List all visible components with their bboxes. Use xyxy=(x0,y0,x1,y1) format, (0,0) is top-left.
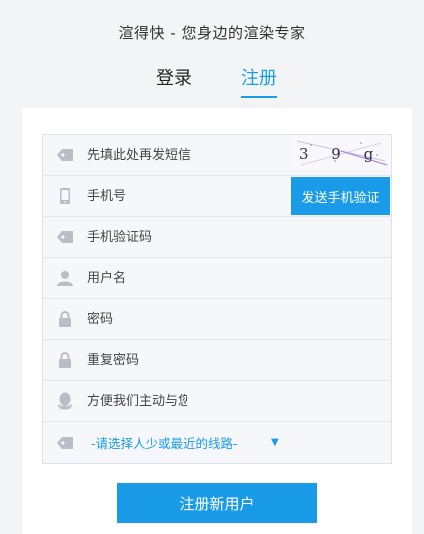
user-icon xyxy=(43,258,87,298)
sms-code-row xyxy=(43,217,391,258)
tag-icon xyxy=(43,217,87,257)
phone-row: 发送手机验证 xyxy=(43,176,391,217)
sms-code-input[interactable] xyxy=(87,217,267,257)
username-row xyxy=(43,258,391,299)
auth-tabs: 登录 注册 xyxy=(0,64,424,98)
route-row: -请选择人少或最近的线路- ▼ xyxy=(43,422,391,463)
captcha-text: 3 9 g xyxy=(299,145,382,163)
register-card: 3 9 g 发送手机验证 xyxy=(22,108,412,534)
route-select-value: -请选择人少或最近的线路- xyxy=(91,436,238,451)
page-subtitle: 渲得快 - 您身边的渲染专家 xyxy=(118,24,306,42)
tag-icon xyxy=(43,135,87,175)
phone-icon xyxy=(43,176,87,216)
confirm-password-row xyxy=(43,340,391,381)
phone-input[interactable] xyxy=(87,176,267,216)
username-input[interactable] xyxy=(87,258,267,298)
password-row xyxy=(43,299,391,340)
qq-icon xyxy=(43,381,87,421)
captcha-row: 3 9 g xyxy=(43,135,391,176)
captcha-image[interactable]: 3 9 g xyxy=(291,135,391,169)
captcha-input[interactable] xyxy=(87,135,267,175)
register-submit-button[interactable]: 注册新用户 xyxy=(117,483,317,523)
chevron-down-icon: ▼ xyxy=(271,436,279,448)
qq-row xyxy=(43,381,391,422)
qq-input[interactable] xyxy=(87,381,187,421)
send-sms-button[interactable]: 发送手机验证 xyxy=(291,177,390,215)
tab-login[interactable]: 登录 xyxy=(156,64,192,96)
confirm-password-input[interactable] xyxy=(87,340,267,380)
tag-icon xyxy=(43,423,87,463)
tab-register[interactable]: 注册 xyxy=(241,64,277,98)
route-select[interactable]: -请选择人少或最近的线路- ▼ xyxy=(87,423,279,463)
lock-icon xyxy=(43,340,87,380)
lock-icon xyxy=(43,299,87,339)
register-form: 3 9 g 发送手机验证 xyxy=(42,134,392,464)
password-input[interactable] xyxy=(87,299,267,339)
